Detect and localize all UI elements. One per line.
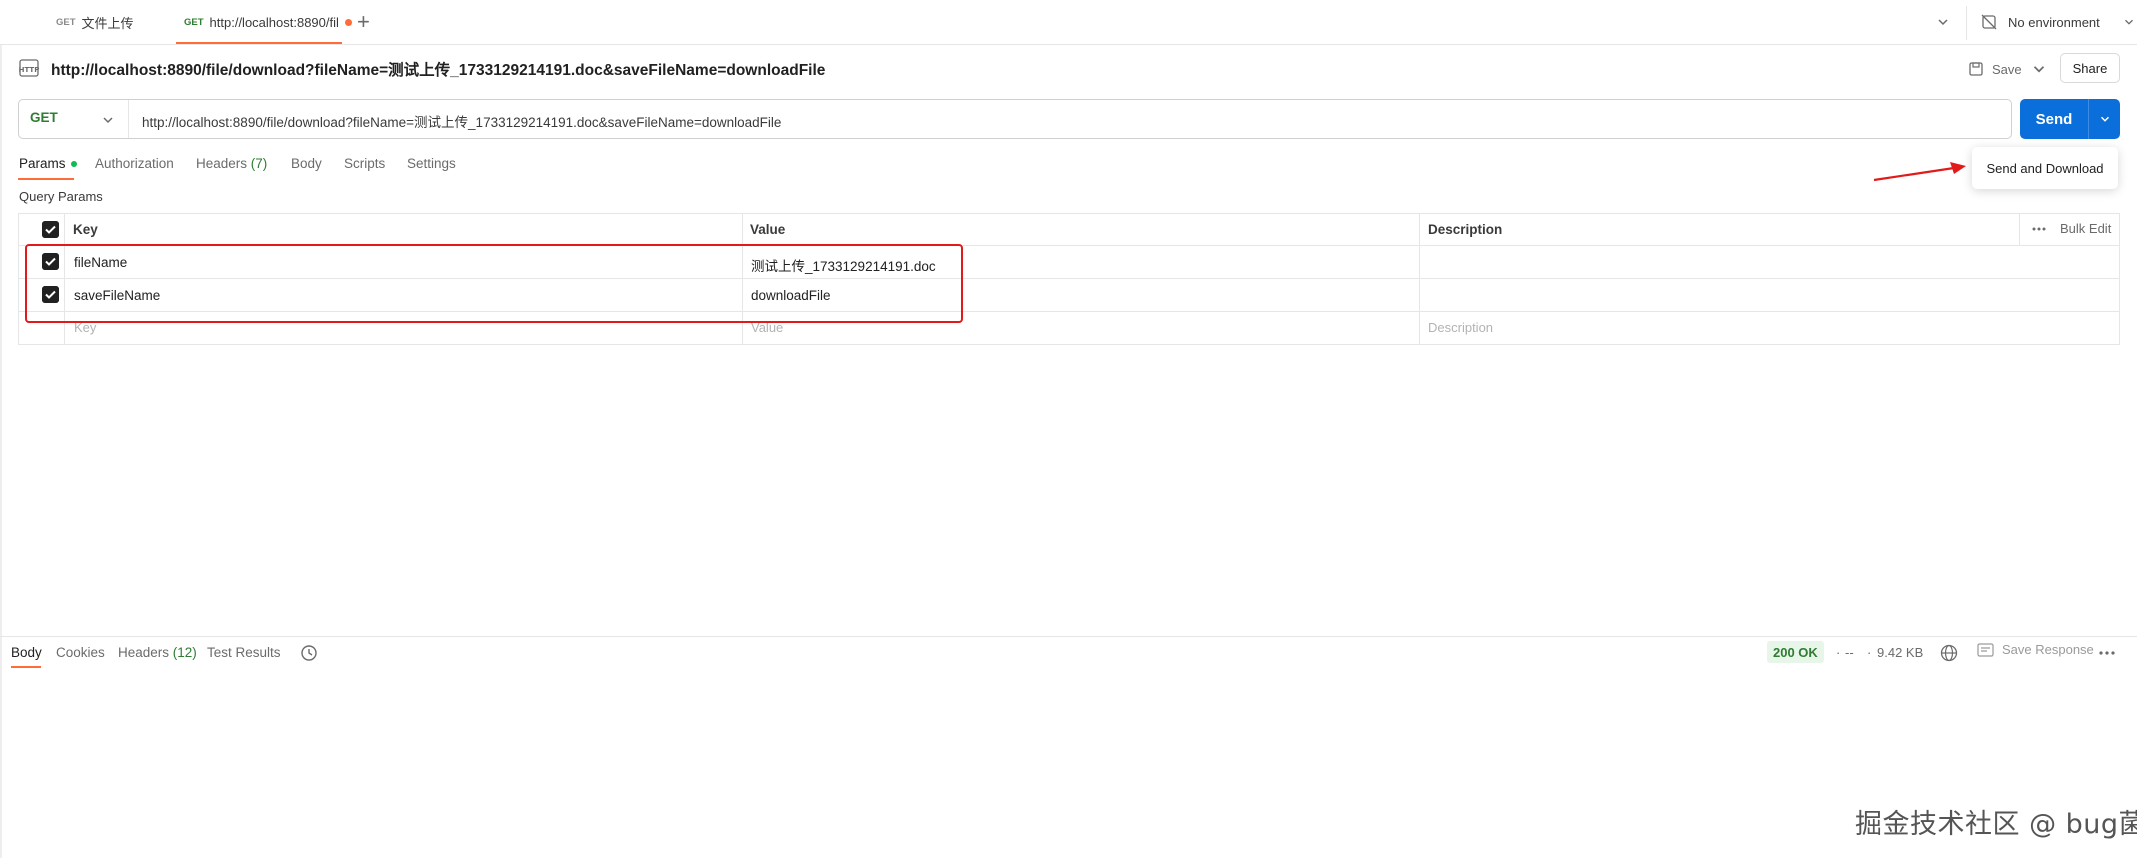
tab-headers[interactable]: Headers (7) bbox=[196, 156, 267, 171]
history-icon[interactable] bbox=[299, 643, 319, 663]
active-tab-indicator bbox=[176, 42, 342, 44]
column-header-value: Value bbox=[750, 222, 786, 237]
select-all-checkbox[interactable] bbox=[42, 221, 59, 243]
response-separator: · bbox=[1867, 645, 1872, 660]
tab-file-upload[interactable]: GET 文件上传 bbox=[56, 0, 134, 44]
tab-body[interactable]: Body bbox=[291, 156, 322, 171]
environment-label: No environment bbox=[2008, 14, 2100, 30]
query-params-title: Query Params bbox=[19, 189, 103, 204]
tab-method: GET bbox=[184, 16, 204, 28]
chevron-down-icon[interactable] bbox=[1935, 14, 1951, 30]
send-and-download-menu-item[interactable]: Send and Download bbox=[1972, 147, 2118, 189]
column-header-description: Description bbox=[1428, 222, 1503, 237]
tab-label: 文件上传 bbox=[81, 15, 134, 31]
bulk-edit-area: Bulk Edit bbox=[2032, 221, 2111, 236]
response-divider bbox=[0, 636, 2137, 637]
annotation-arrow-icon bbox=[1873, 162, 1966, 182]
left-rail bbox=[0, 0, 2, 858]
tab-label: Cookies bbox=[56, 645, 105, 660]
response-tab-cookies[interactable]: Cookies bbox=[56, 645, 105, 660]
column-header-key: Key bbox=[73, 222, 98, 237]
environment-selector[interactable]: No environment bbox=[1980, 0, 2136, 44]
response-separator: · bbox=[1836, 645, 1841, 660]
checkbox-checked-icon bbox=[42, 221, 59, 238]
chevron-down-icon bbox=[2100, 116, 2109, 122]
tab-scripts[interactable]: Scripts bbox=[344, 156, 385, 171]
response-tab-body[interactable]: Body bbox=[11, 645, 42, 660]
tab-label: Settings bbox=[407, 156, 456, 171]
no-environment-icon bbox=[1981, 14, 1997, 30]
share-button[interactable]: Share bbox=[2060, 53, 2120, 83]
tab-label: Body bbox=[291, 156, 322, 171]
request-title[interactable]: http://localhost:8890/file/download?file… bbox=[51, 58, 825, 80]
send-options-button[interactable] bbox=[2089, 99, 2120, 139]
watermark: 掘金技术社区 @ bug菌 bbox=[1855, 809, 2137, 840]
send-button-group: Send bbox=[2020, 99, 2120, 139]
bulk-edit-button[interactable]: Bulk Edit bbox=[2060, 221, 2111, 236]
active-tab-indicator bbox=[11, 666, 41, 668]
table-divider bbox=[2019, 213, 2020, 246]
method-selector[interactable]: GET bbox=[30, 110, 58, 125]
tab-authorization[interactable]: Authorization bbox=[95, 156, 174, 171]
response-size: 9.42 KB bbox=[1877, 645, 1924, 660]
save-label: Save bbox=[1992, 61, 2022, 77]
annotation-highlight-box bbox=[25, 244, 963, 323]
unsaved-dot-icon bbox=[344, 18, 352, 26]
tab-label: Test Results bbox=[207, 645, 281, 660]
more-icon[interactable] bbox=[2098, 645, 2116, 661]
divider bbox=[1966, 6, 1967, 40]
tab-label: http://localhost:8890/fil bbox=[209, 14, 339, 30]
table-divider bbox=[1419, 213, 1420, 345]
status-badge: 200 OK bbox=[1767, 641, 1824, 663]
chevron-down-icon[interactable] bbox=[2030, 60, 2048, 78]
request-http-icon: HTTP bbox=[19, 59, 40, 77]
params-indicator-icon bbox=[70, 161, 77, 168]
tab-label: Headers bbox=[196, 156, 248, 171]
save-response-label: Save Response bbox=[2002, 642, 2094, 657]
tab-label: Authorization bbox=[95, 156, 174, 171]
svg-text:HTTP: HTTP bbox=[19, 66, 40, 74]
save-icon bbox=[1969, 62, 1983, 76]
tab-count: (12) bbox=[172, 645, 197, 660]
response-time: -- bbox=[1845, 645, 1854, 660]
tab-label: Params bbox=[19, 156, 66, 171]
plus-icon[interactable]: + bbox=[357, 10, 370, 34]
tab-download-request[interactable]: GET http://localhost:8890/fil bbox=[184, 0, 352, 44]
globe-icon[interactable] bbox=[1939, 643, 1959, 663]
divider bbox=[128, 100, 129, 138]
save-response-button[interactable]: Save Response bbox=[1977, 642, 2094, 657]
save-response-icon bbox=[1977, 642, 1994, 657]
response-tab-headers[interactable]: Headers (12) bbox=[118, 645, 197, 660]
tab-label: Body bbox=[11, 645, 42, 660]
tab-label: Headers bbox=[118, 645, 170, 660]
tab-count: (7) bbox=[250, 156, 268, 171]
tab-settings[interactable]: Settings bbox=[407, 156, 456, 171]
active-tab-indicator bbox=[18, 178, 74, 180]
tab-params[interactable]: Params bbox=[19, 156, 77, 171]
save-button[interactable]: Save bbox=[1968, 56, 2022, 82]
new-description-input[interactable]: Description bbox=[1428, 320, 1493, 335]
tab-method: GET bbox=[56, 16, 76, 28]
url-input[interactable]: http://localhost:8890/file/download?file… bbox=[142, 111, 781, 131]
chevron-down-icon bbox=[2124, 19, 2133, 25]
tab-label: Scripts bbox=[344, 156, 386, 171]
chevron-down-icon[interactable] bbox=[100, 112, 116, 128]
response-tab-test-results[interactable]: Test Results bbox=[207, 645, 281, 660]
more-icon[interactable] bbox=[2032, 226, 2046, 232]
send-button[interactable]: Send bbox=[2020, 99, 2088, 139]
